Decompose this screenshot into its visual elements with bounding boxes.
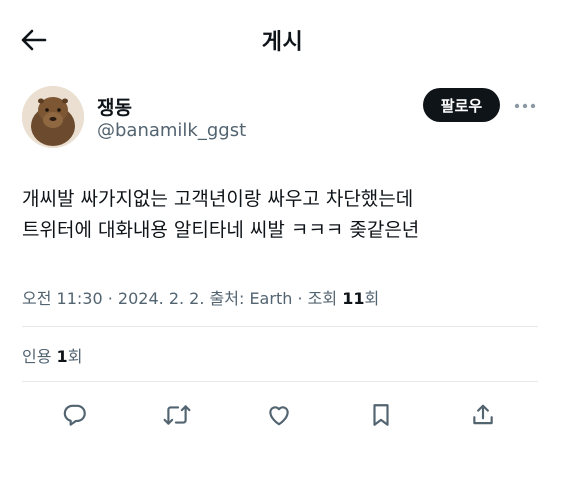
tweet-text-line: 개씨발 싸가지없는 고객년이랑 싸우고 차단했는데	[22, 188, 414, 210]
tweet-text-line: 트위터에 대화내용 알티타네 씨발 ㅋㅋㅋ 좆같은년	[22, 219, 420, 241]
display-name[interactable]: 쟁동	[97, 93, 132, 120]
quotes-label: 인용	[22, 347, 52, 366]
more-options-button[interactable]	[512, 96, 538, 116]
views-count: 11	[342, 289, 365, 308]
quotes-link[interactable]: 인용 1회	[22, 343, 82, 367]
share-icon	[473, 404, 493, 425]
quotes-count: 1	[56, 347, 68, 366]
tweet-source: 출처: Earth	[209, 289, 293, 308]
tweet-date[interactable]: 2024. 2. 2.	[118, 289, 205, 308]
tweet-meta: 오전 11:30 · 2024. 2. 2. 출처: Earth · 조회 11…	[22, 285, 379, 309]
page-title: 게시	[261, 30, 304, 55]
tweet-detail-page: 게시 쟁동 @banamilk_ggst 팔로우 개씨발 싸가지없는 고객년이랑…	[0, 0, 565, 478]
avatar[interactable]	[22, 86, 84, 148]
user-handle[interactable]: @banamilk_ggst	[97, 120, 246, 141]
views-unit: 회	[364, 289, 380, 308]
quotes-unit: 회	[67, 347, 83, 366]
bookmark-button[interactable]	[361, 395, 401, 435]
reply-icon	[63, 404, 86, 426]
action-bar	[0, 395, 565, 435]
divider	[22, 326, 538, 327]
like-button[interactable]	[259, 395, 299, 435]
capybara-avatar-icon	[22, 86, 84, 148]
retweet-button[interactable]	[157, 395, 197, 435]
tweet-text: 개씨발 싸가지없는 고객년이랑 싸우고 차단했는데 트위터에 대화내용 알티타네…	[22, 184, 542, 246]
retweet-icon	[163, 405, 191, 425]
heart-icon	[269, 406, 289, 426]
meta-separator: ·	[297, 289, 303, 308]
ellipsis-icon	[514, 103, 536, 109]
bookmark-icon	[373, 404, 389, 426]
divider	[22, 381, 538, 382]
reply-button[interactable]	[55, 395, 95, 435]
top-bar: 게시	[0, 0, 565, 80]
tweet-time[interactable]: 오전 11:30	[22, 289, 103, 308]
follow-button[interactable]: 팔로우	[423, 88, 500, 122]
views-label: 조회	[307, 289, 338, 308]
meta-separator: ·	[107, 289, 113, 308]
share-button[interactable]	[463, 395, 503, 435]
